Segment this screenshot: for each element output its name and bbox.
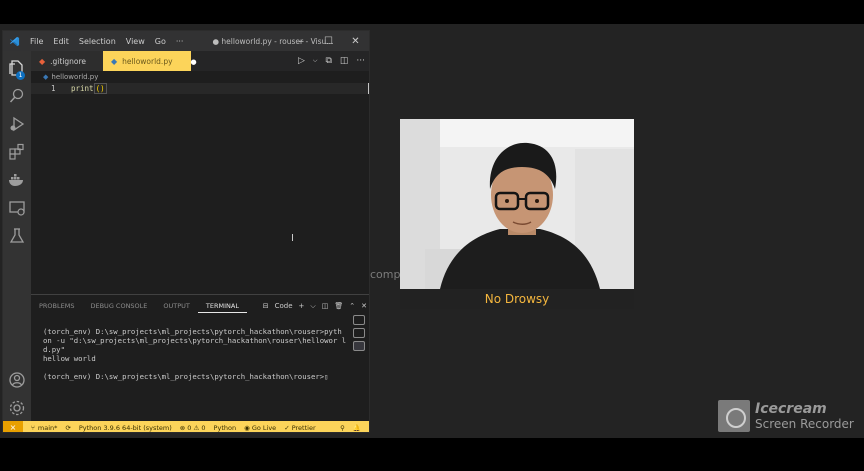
status-bar: ⨯ ⑂ main* ⟳ Python 3.9.6 64-bit (system)… <box>3 421 369 432</box>
webcam-video <box>400 119 634 289</box>
modified-dot-icon[interactable]: ● <box>191 58 197 66</box>
close-icon[interactable]: ✕ <box>342 31 369 51</box>
webcam-person-image <box>400 119 634 289</box>
breadcrumb: ◆ helloworld.py <box>43 73 98 81</box>
terminal-icon: ⊟ <box>262 302 269 310</box>
panel-actions: ⊟ Code + ⌵ ◫ 🗑 ⌃ ✕ <box>263 299 367 313</box>
python-interpreter[interactable]: Python 3.9.6 64-bit (system) <box>79 424 172 432</box>
menu-edit[interactable]: Edit <box>48 37 74 46</box>
current-line: 1 print() <box>31 83 369 94</box>
split-editor-icon[interactable]: ◫ <box>340 56 349 66</box>
add-terminal-icon[interactable]: + <box>299 302 305 310</box>
code-line: print() <box>71 83 107 94</box>
more-actions-icon[interactable]: ··· <box>356 56 365 66</box>
terminal-instance-icon[interactable] <box>353 315 365 325</box>
activity-bar: 1 <box>3 51 31 421</box>
breadcrumb-file[interactable]: helloworld.py <box>51 73 98 81</box>
chevron-down-icon[interactable]: ⌵ <box>310 302 315 311</box>
feedback-icon[interactable]: ⚲ <box>340 424 345 432</box>
remote-icon[interactable]: ⨯ <box>3 421 23 432</box>
drowsiness-status-label: No Drowsy <box>400 289 634 309</box>
title-bar: File Edit Selection View Go ··· ● hellow… <box>3 31 369 51</box>
testing-icon[interactable] <box>8 227 26 245</box>
problems-count[interactable]: ⊗ 0 ⚠ 0 <box>180 424 206 432</box>
search-icon[interactable] <box>8 87 26 105</box>
run-debug-icon[interactable] <box>8 115 26 133</box>
terminal-list <box>353 315 367 354</box>
go-live-label: Go Live <box>251 423 277 432</box>
tab-problems[interactable]: PROBLEMS <box>31 299 82 313</box>
chevron-down-icon[interactable]: ⌵ <box>313 57 318 65</box>
prettier-button[interactable]: ✓ Prettier <box>284 424 315 432</box>
python-file-icon: ◆ <box>111 57 118 66</box>
menu-more[interactable]: ··· <box>171 37 189 46</box>
top-black-bar <box>0 0 864 24</box>
chevron-up-icon[interactable]: ⌃ <box>349 302 355 310</box>
docker-icon[interactable] <box>8 171 26 189</box>
tab-terminal[interactable]: TERMINAL <box>197 299 247 313</box>
code-parens: () <box>93 83 107 94</box>
branch-icon: ⑂ <box>31 423 35 432</box>
watermark-line1: Icecream <box>755 400 827 417</box>
watermark-line2: Screen Recorder <box>755 416 854 431</box>
git-branch[interactable]: main* <box>38 424 58 432</box>
remote-explorer-icon[interactable] <box>8 199 26 217</box>
prettier-label: Prettier <box>291 423 316 432</box>
language-mode[interactable]: Python <box>214 424 237 432</box>
recorder-watermark: Icecream Screen Recorder <box>718 400 854 432</box>
vscode-window: File Edit Selection View Go ··· ● hellow… <box>2 30 370 433</box>
settings-gear-icon[interactable] <box>8 399 26 417</box>
git-file-icon: ◆ <box>39 56 46 66</box>
tab-output[interactable]: OUTPUT <box>155 299 198 313</box>
menu-go[interactable]: Go <box>150 37 171 46</box>
vscode-logo-icon <box>3 31 25 51</box>
python-file-icon: ◆ <box>43 73 49 81</box>
tab-gitignore[interactable]: ◆ .gitignore <box>31 51 103 71</box>
close-panel-icon[interactable]: ✕ <box>361 302 367 310</box>
compare-icon[interactable]: ⧉ <box>325 56 331 66</box>
terminal-selector[interactable]: Code <box>275 302 293 310</box>
scrollbar-cursor <box>368 83 369 94</box>
tab-label: helloworld.py <box>122 57 173 66</box>
background-text: comp <box>370 268 401 281</box>
bottom-black-bar <box>0 438 864 471</box>
extensions-icon[interactable] <box>8 143 26 161</box>
bottom-panel: PROBLEMS DEBUG CONSOLE OUTPUT TERMINAL ⊟… <box>31 294 369 421</box>
explorer-badge: 1 <box>16 71 25 80</box>
line-number: 1 <box>51 84 56 93</box>
camera-logo-icon <box>718 400 750 432</box>
tab-debug-console[interactable]: DEBUG CONSOLE <box>82 299 155 313</box>
code-token-print: print <box>71 84 94 93</box>
account-icon[interactable] <box>8 371 26 389</box>
editor-actions: ▷ ⌵ ⧉ ◫ ··· <box>298 51 365 71</box>
status-right: ⚲ 🔔 <box>340 424 369 432</box>
terminal-instance-icon[interactable] <box>353 341 365 351</box>
menu-selection[interactable]: Selection <box>74 37 121 46</box>
minimize-icon[interactable]: – <box>288 31 315 51</box>
editor-tabs: ◆ .gitignore ◆ helloworld.py ● ▷ ⌵ ⧉ ◫ ·… <box>31 51 369 71</box>
split-terminal-icon[interactable]: ◫ <box>322 302 329 310</box>
maximize-icon[interactable]: ☐ <box>315 31 342 51</box>
run-python-icon[interactable]: ▷ <box>298 56 305 66</box>
terminal-instance-icon[interactable] <box>353 328 365 338</box>
menu-view[interactable]: View <box>121 37 150 46</box>
terminal-output[interactable]: (torch_env) D:\sw_projects\ml_projects\p… <box>43 327 346 381</box>
text-cursor-icon: I <box>291 233 294 244</box>
menu-file[interactable]: File <box>25 37 48 46</box>
notifications-bell-icon[interactable]: 🔔 <box>353 424 361 432</box>
sync-icon[interactable]: ⟳ <box>65 424 70 432</box>
go-live-button[interactable]: ◉ Go Live <box>244 424 276 432</box>
tab-label: .gitignore <box>50 56 87 66</box>
trash-icon[interactable]: 🗑 <box>334 302 343 310</box>
window-controls: – ☐ ✕ <box>288 31 369 51</box>
tab-helloworld[interactable]: ◆ helloworld.py ● <box>103 51 197 71</box>
panel-tabs: PROBLEMS DEBUG CONSOLE OUTPUT TERMINAL <box>31 299 247 313</box>
code-editor[interactable]: 1 print() I <box>31 83 369 296</box>
